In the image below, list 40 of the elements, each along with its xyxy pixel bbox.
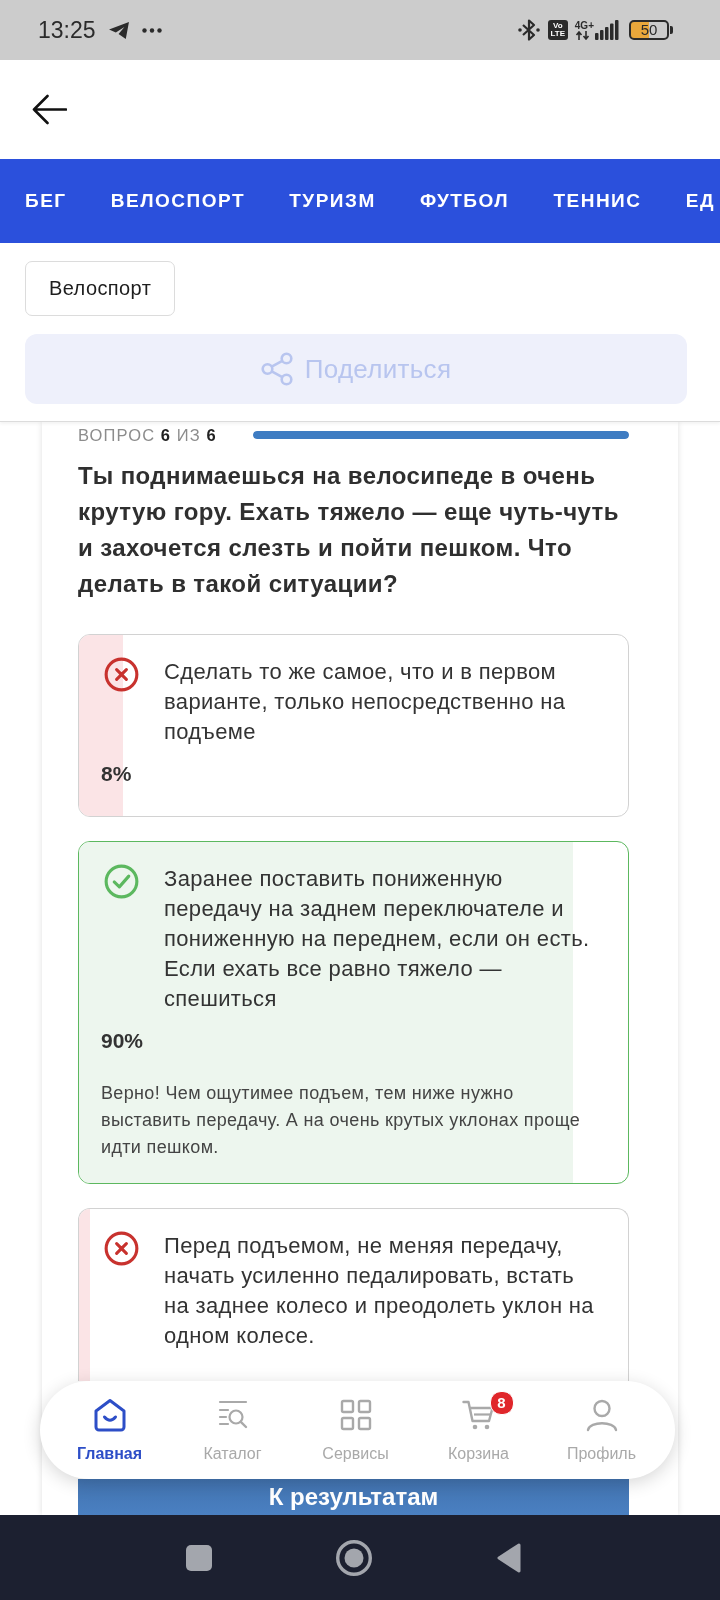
home-icon [92,1398,127,1432]
telegram-icon [107,20,130,40]
vote-percentage: 90% [101,1028,145,1054]
share-icon [260,352,293,386]
cart-icon [461,1398,496,1432]
answer-explanation: Верно! Чем ощутимее подъем, тем ниже нужно выставить передачу. А на очень крутых уклонах проще идти пешком. [101,1082,581,1159]
status-time: 13:25 [38,16,96,44]
network-type: 4G+ [574,20,594,31]
category-tab[interactable]: ФУТБОЛ [419,190,510,212]
category-tab[interactable]: ЕД [685,190,715,212]
recents-icon[interactable] [186,1544,212,1571]
battery-indicator: 50 [629,20,673,40]
back-arrow-icon[interactable] [32,94,67,125]
category-tab[interactable]: ТУРИЗМ [289,190,376,212]
category-tab[interactable]: БЕГ [25,190,67,212]
bluetooth-icon [517,18,540,42]
cross-circle-icon [104,1231,139,1266]
check-circle-icon [104,864,139,899]
nav-tab[interactable]: 8 Корзина [417,1381,540,1479]
nav-tab[interactable]: Главная [48,1381,171,1479]
count-badge: 8 [489,1391,514,1415]
back-icon[interactable] [497,1542,521,1573]
answer-text: Перед подъемом, не меняя передачу, начать усиленно педалировать, встать на заднее колесо и преодолеть уклон на одном колесе. [164,1232,595,1350]
question-counter: ВОПРОС 6 ИЗ 6 [78,425,217,445]
person-icon [584,1398,619,1432]
data-arrows-icon [574,30,591,40]
category-tab[interactable]: ВЕЛОСПОРТ [110,190,246,212]
category-tag[interactable]: Велоспорт [25,261,176,316]
signal-icon [595,20,619,40]
answer-text: Сделать то же самое, что и в первом варианте, только непосредственно на подъеме [164,658,567,746]
more-dots-icon [141,27,162,33]
question-text: Ты поднимаешься на велосипеде в очень крутую гору. Ехать тяжело — еще чуть-чуть и захочется слезть и пойти пешком. Что делать в такой ситуации? [78,461,620,599]
answer-text: Заранее поставить пониженную передачу на заднем переключателе и пониженную на переднем, если он есть. Если ехать все равно тяжело — спешиться [164,865,591,1013]
home-icon[interactable] [336,1539,372,1576]
category-tab[interactable]: ТЕННИС [553,190,642,212]
grid-icon [338,1398,373,1432]
cross-circle-icon [104,657,139,692]
volte-badge: Vo LTE [547,20,568,40]
vote-percentage: 8% [101,761,133,787]
results-button[interactable]: К результатам [78,1479,629,1515]
